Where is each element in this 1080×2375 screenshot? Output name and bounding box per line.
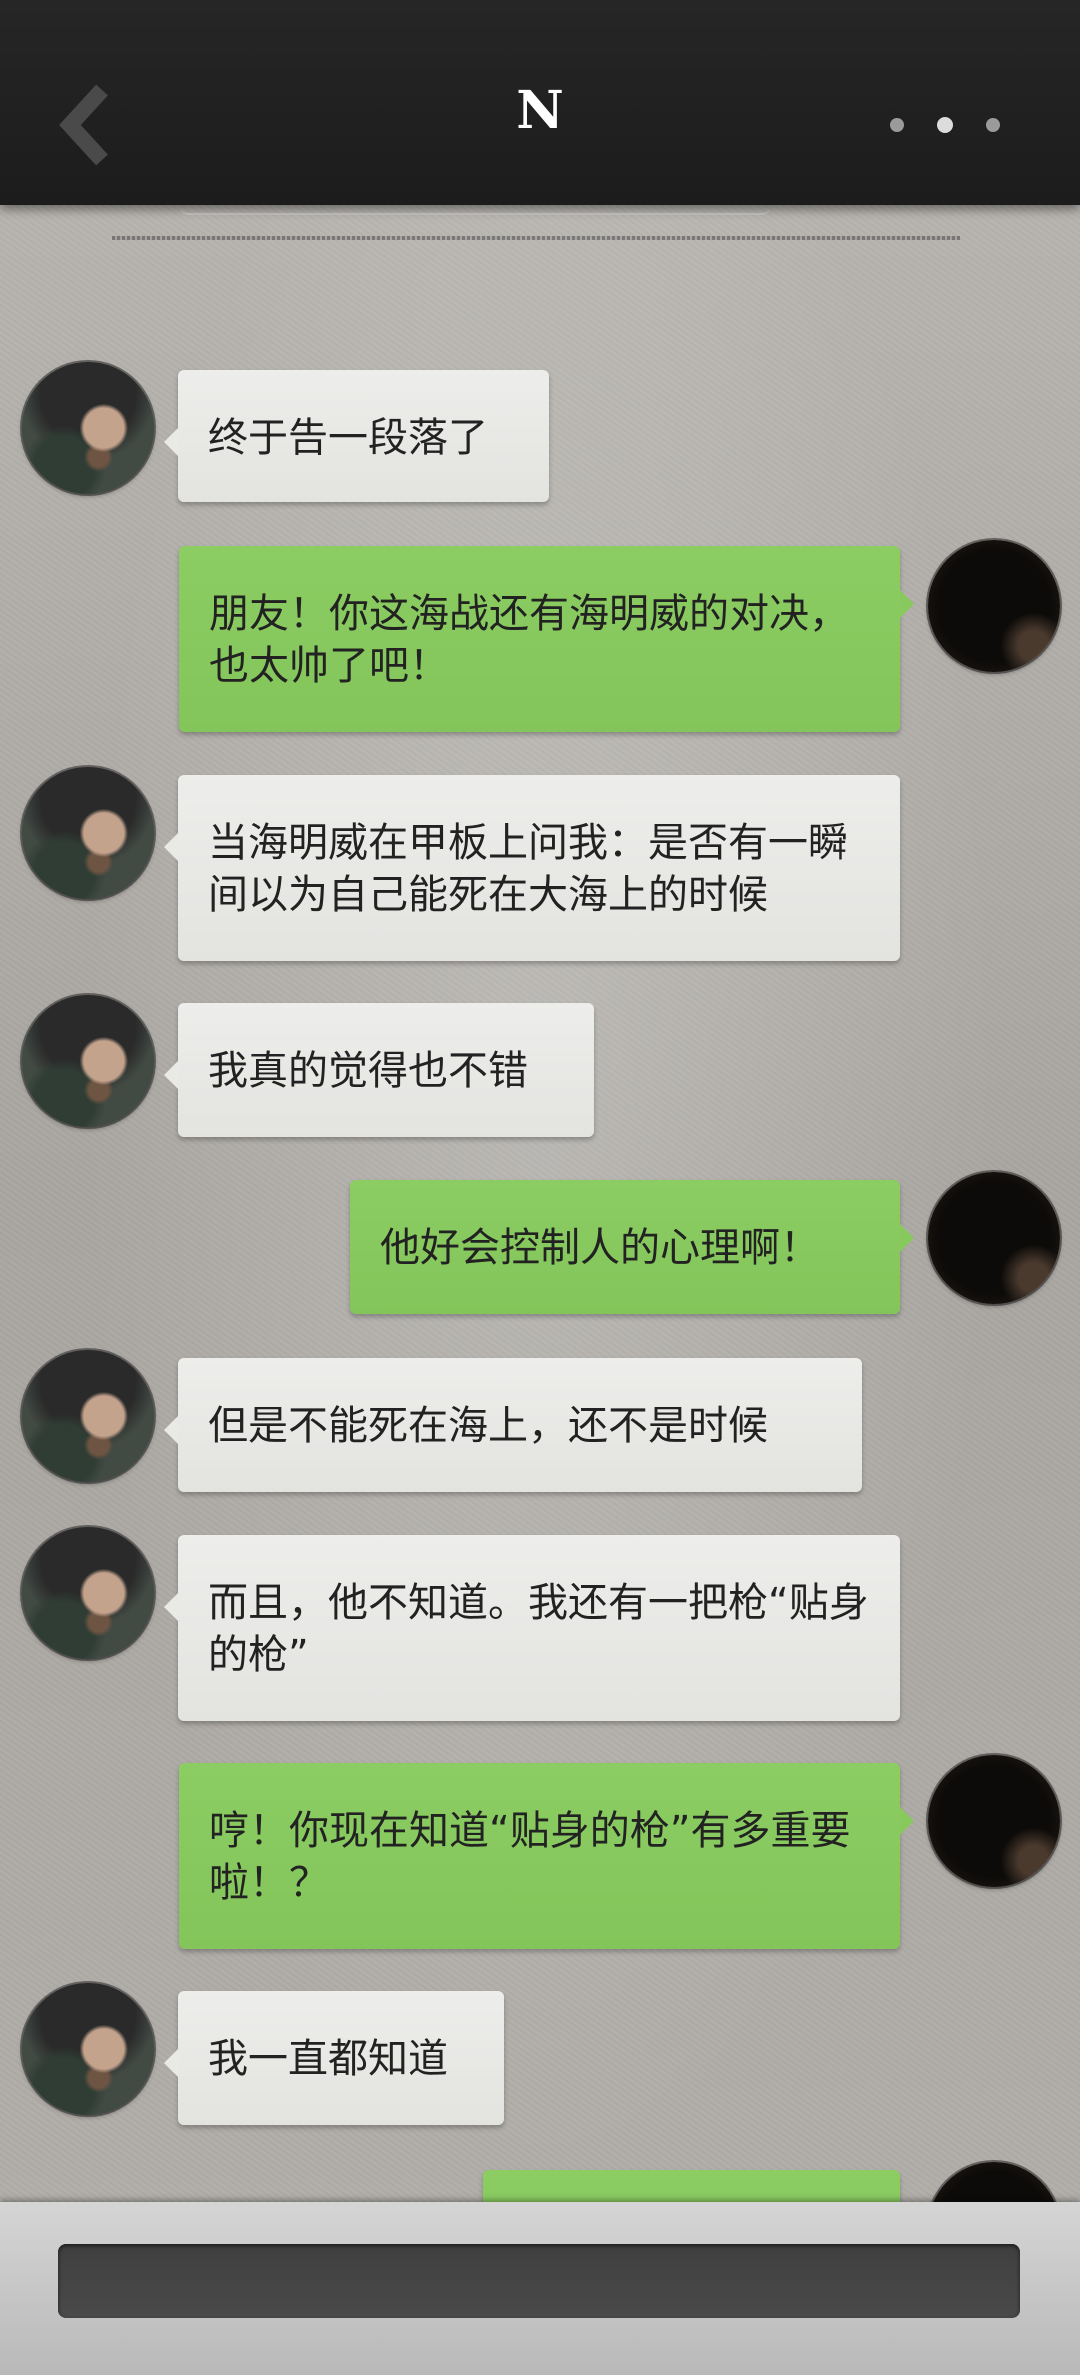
incoming-message[interactable]: 终于告一段落了 <box>164 370 549 502</box>
incoming-message[interactable]: 我一直都知道 <box>164 1991 504 2125</box>
composer-bar <box>0 2202 1080 2375</box>
my-avatar[interactable] <box>928 1172 1060 1304</box>
incoming-message[interactable]: 但是不能死在海上，还不是时候 <box>164 1358 862 1492</box>
my-avatar[interactable] <box>928 1755 1060 1887</box>
incoming-message[interactable]: 而且，他不知道。我还有一把枪“贴身的枪” <box>164 1535 900 1721</box>
contact-avatar[interactable] <box>22 362 154 494</box>
outgoing-message[interactable]: 哼！你现在知道“贴身的枪”有多重要啦！？ <box>179 1763 914 1949</box>
my-avatar[interactable] <box>928 540 1060 672</box>
contact-avatar[interactable] <box>22 995 154 1127</box>
incoming-message[interactable]: 我真的觉得也不错 <box>164 1003 594 1137</box>
top-bar: N <box>0 0 1080 205</box>
more-dots-icon[interactable] <box>890 110 1000 140</box>
contact-avatar[interactable] <box>22 1527 154 1659</box>
message-list[interactable]: 终于告一段落了 朋友！你这海战还有海明威的对决，也太帅了吧！ 当海明威在甲板上问… <box>0 0 1080 2304</box>
outgoing-message[interactable]: 朋友！你这海战还有海明威的对决，也太帅了吧！ <box>179 546 914 732</box>
incoming-message[interactable]: 当海明威在甲板上问我：是否有一瞬间以为自己能死在大海上的时候 <box>164 775 900 961</box>
contact-avatar[interactable] <box>22 1983 154 2115</box>
outgoing-message[interactable]: 他好会控制人的心理啊！ <box>350 1180 914 1314</box>
message-input[interactable] <box>58 2244 1020 2318</box>
contact-avatar[interactable] <box>22 1350 154 1482</box>
contact-avatar[interactable] <box>22 767 154 899</box>
